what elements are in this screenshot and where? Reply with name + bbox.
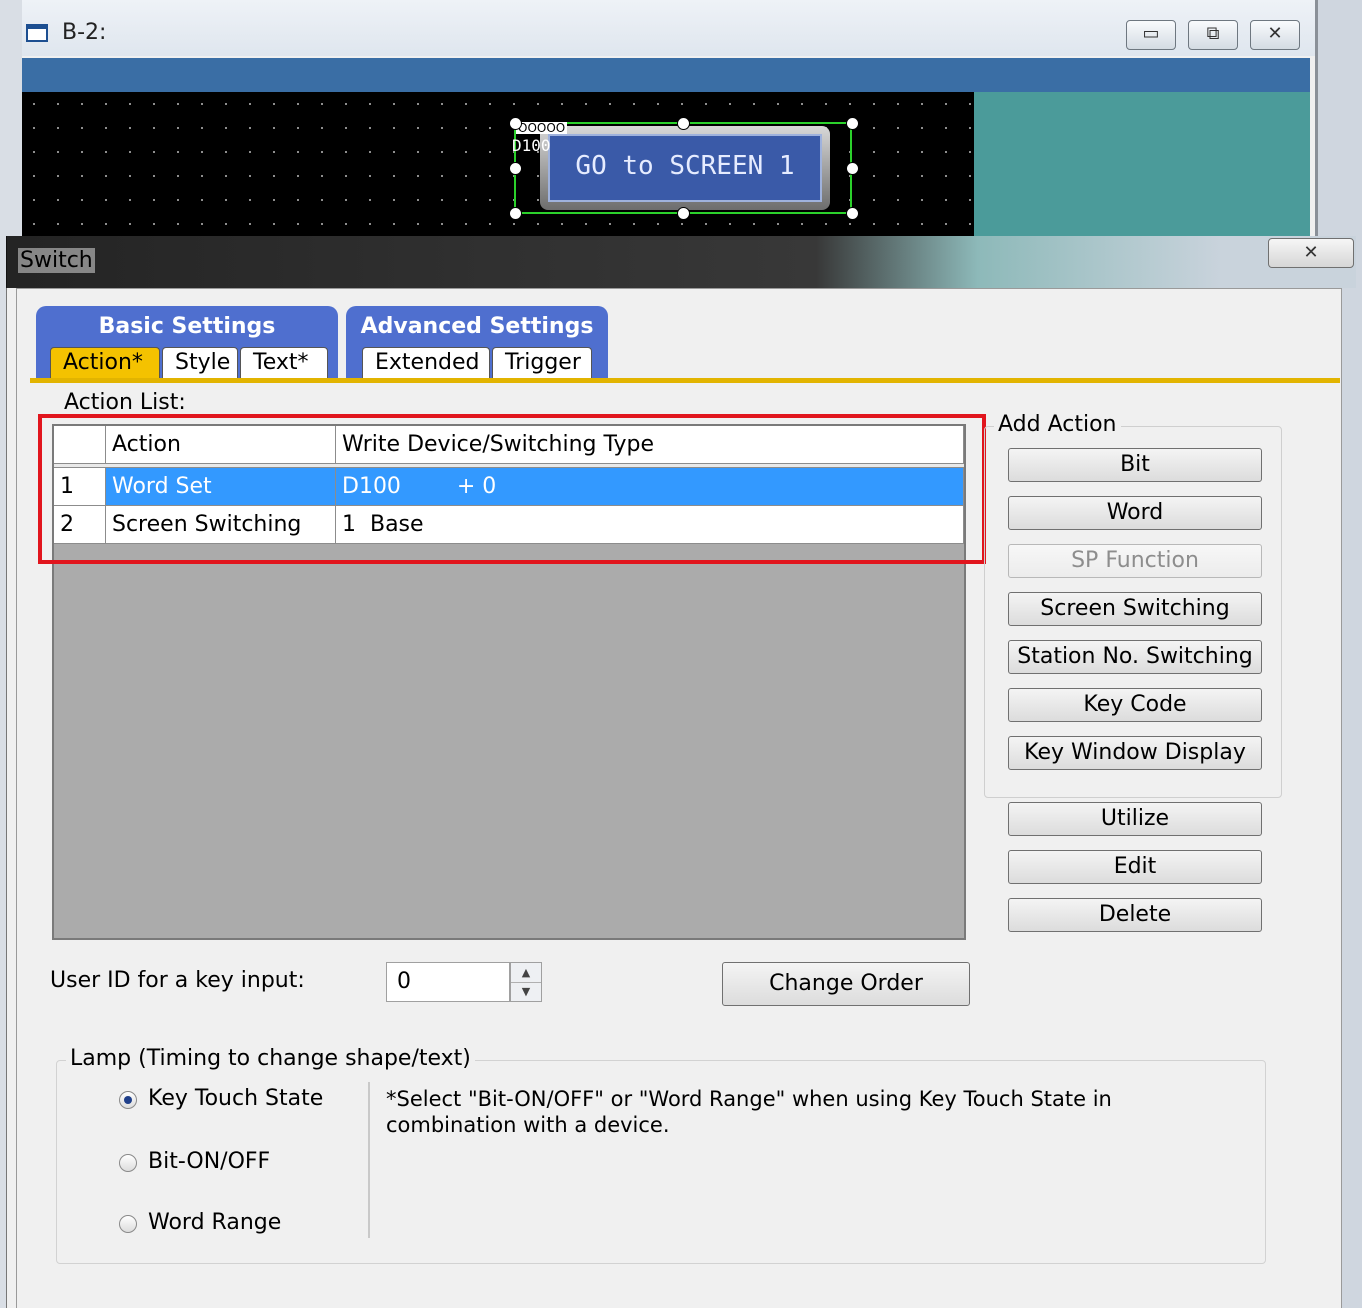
edit-button[interactable]: Edit — [1008, 850, 1262, 884]
radio-word-range[interactable] — [119, 1215, 137, 1233]
screen-ruler-bar — [22, 58, 1310, 92]
resize-handle[interactable] — [846, 117, 859, 130]
canvas-outside-area — [974, 92, 1310, 242]
tab-text[interactable]: Text* — [240, 347, 328, 379]
resize-handle[interactable] — [677, 207, 690, 220]
lamp-divider — [368, 1082, 370, 1238]
add-bit-button[interactable]: Bit — [1008, 448, 1262, 482]
close-window-button[interactable]: ✕ — [1250, 20, 1300, 50]
dialog-title: Switch — [18, 248, 95, 273]
tab-group-title: Basic Settings — [98, 314, 276, 339]
tab-extended[interactable]: Extended — [362, 347, 490, 379]
device-label: D100 — [512, 136, 551, 155]
resize-handle[interactable] — [509, 162, 522, 175]
spin-up-icon[interactable]: ▲ — [511, 963, 541, 983]
add-screen-switching-button[interactable]: Screen Switching — [1008, 592, 1262, 626]
user-id-label: User ID for a key input: — [50, 968, 305, 993]
highlight-annotation — [38, 414, 986, 564]
minimize-button[interactable]: ▭ — [1126, 20, 1176, 50]
add-key-window-display-button[interactable]: Key Window Display — [1008, 736, 1262, 770]
resize-handle[interactable] — [509, 207, 522, 220]
change-order-button[interactable]: Change Order — [722, 962, 970, 1006]
dialog-titlebar — [6, 236, 1356, 288]
resize-handle[interactable] — [846, 162, 859, 175]
delete-button[interactable]: Delete — [1008, 898, 1262, 932]
spin-down-icon[interactable]: ▼ — [511, 982, 541, 1001]
resize-handle[interactable] — [509, 117, 522, 130]
add-word-button[interactable]: Word — [1008, 496, 1262, 530]
add-station-no-switching-button[interactable]: Station No. Switching — [1008, 640, 1262, 674]
tab-style[interactable]: Style — [162, 347, 238, 379]
lamp-group-label: Lamp (Timing to change shape/text) — [66, 1046, 475, 1071]
lamp-note: *Select "Bit-ON/OFF" or "Word Range" whe… — [386, 1087, 1112, 1137]
dialog-close-button[interactable]: ✕ — [1268, 238, 1354, 268]
action-list-label: Action List: — [64, 390, 186, 415]
radio-label[interactable]: Word Range — [148, 1210, 281, 1235]
add-key-code-button[interactable]: Key Code — [1008, 688, 1262, 722]
resize-handle[interactable] — [677, 117, 690, 130]
radio-bit-on-off[interactable] — [119, 1154, 137, 1172]
resize-handle[interactable] — [846, 207, 859, 220]
maximize-button[interactable]: ⧉ — [1188, 20, 1238, 50]
selection-frame — [514, 122, 852, 214]
radio-label[interactable]: Bit-ON/OFF — [148, 1149, 270, 1174]
add-action-label: Add Action — [994, 412, 1121, 437]
user-id-input[interactable]: 0 — [386, 962, 510, 1002]
window-icon — [26, 24, 48, 42]
tab-group-title: Advanced Settings — [360, 314, 594, 339]
radio-label[interactable]: Key Touch State — [148, 1086, 323, 1111]
user-id-spinner[interactable]: ▲ ▼ — [510, 962, 542, 1002]
tab-underline — [30, 378, 1340, 383]
add-sp-function-button: SP Function — [1008, 544, 1262, 578]
tab-trigger[interactable]: Trigger — [492, 347, 592, 379]
radio-key-touch-state[interactable] — [119, 1091, 137, 1109]
tab-action[interactable]: Action* — [50, 347, 160, 379]
utilize-button[interactable]: Utilize — [1008, 802, 1262, 836]
lamp-device-marker: OOOOO — [516, 121, 568, 135]
editor-window-title: B-2: — [62, 20, 107, 45]
